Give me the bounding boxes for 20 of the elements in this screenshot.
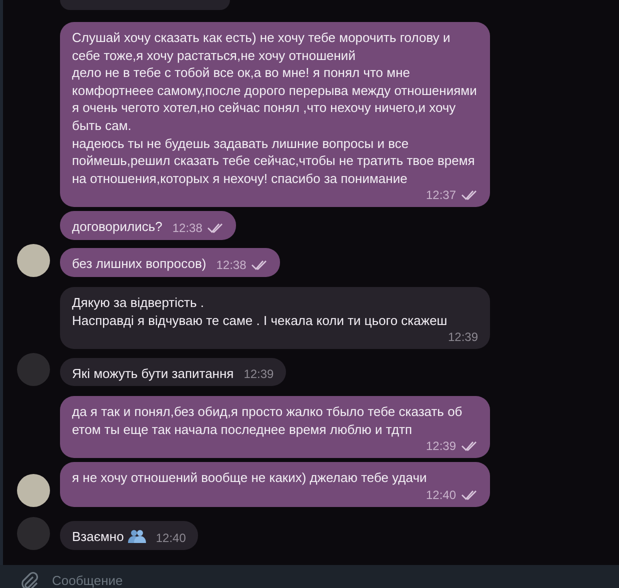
- message-input[interactable]: Сообщение: [52, 573, 123, 588]
- avatar[interactable]: [17, 244, 50, 277]
- avatar[interactable]: [17, 474, 50, 507]
- message-text: Дякую за відвертість . Насправді я відчуваю те саме . І чекала коли ти цього скажеш: [72, 294, 448, 330]
- message-text: без лишних вопросов): [72, 255, 206, 273]
- message-text: да я так и понял,без обид,я просто жалко тбыло тебе сказать об етом ты еще так начала последнее время люблю и тдтп: [72, 403, 464, 438]
- message-time: 12:40: [426, 486, 456, 503]
- message-time: 12:39: [426, 438, 456, 454]
- message-time: 12:37: [426, 187, 456, 204]
- message-text: Які можуть бути запитання: [72, 364, 234, 382]
- message-time: 12:38: [172, 220, 202, 236]
- message-text: Слушай хочу сказать как есть) не хочу тебе морочить голову и себе тоже,я хочу растаться,не хочу отношений дело не в тебе с тобой все ок,а во мне! я понял что мне комфортнеее самому,после дорого перерыва между отношениями я очень чегото хотел,но сейчас понял ,что нехочу ничего,и хочу быть сам. надеюсь ты не будешь задавать лишние вопросы и все поймешь,решил сказать тебе сейчас,чтобы не тратить твое время на отношения,которых я нехочу! спасибо за понимание: [72, 29, 478, 188]
- paperclip-icon[interactable]: [20, 571, 38, 588]
- message-time: 12:39: [448, 329, 478, 346]
- message-time: 12:39: [244, 366, 274, 382]
- message-text: я не хочу отношений вообще не каких) джелаю тебе удачи: [72, 469, 427, 487]
- message-time: 12:40: [156, 530, 186, 546]
- message-time: 12:38: [216, 256, 246, 273]
- message-text: Взаємно: [72, 528, 146, 546]
- message-text: договорились?: [72, 218, 162, 236]
